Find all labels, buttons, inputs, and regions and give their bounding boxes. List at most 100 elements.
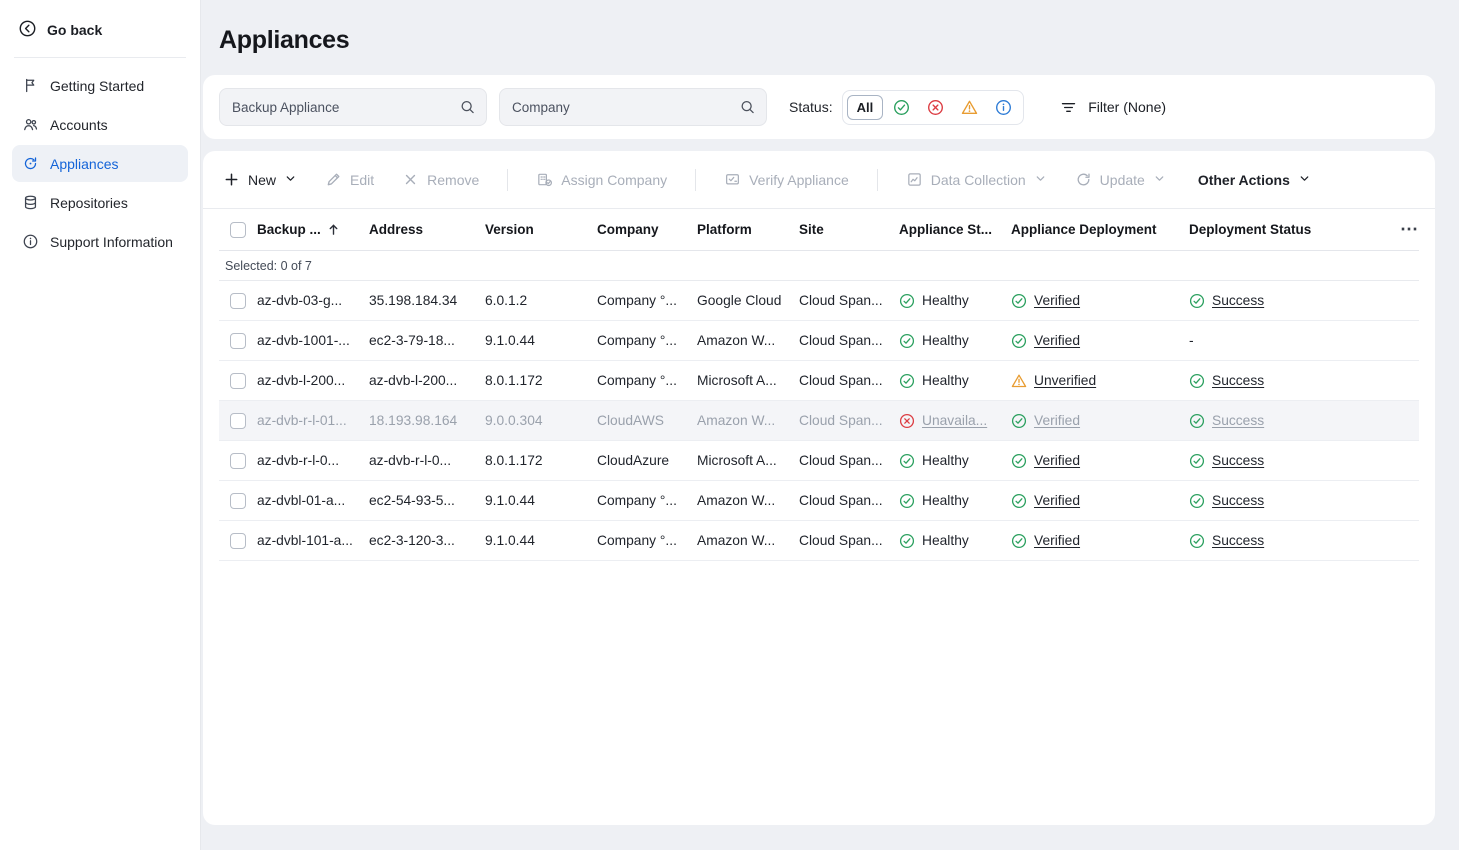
new-button[interactable]: New xyxy=(223,171,297,188)
company-search-input[interactable] xyxy=(499,88,767,126)
appliance-search xyxy=(219,88,487,126)
sidebar-item-label: Repositories xyxy=(50,195,128,211)
column-header-appliance-status[interactable]: Appliance St... xyxy=(899,222,1011,237)
appliance-search-input[interactable] xyxy=(219,88,487,126)
other-actions-button[interactable]: Other Actions xyxy=(1198,172,1311,188)
data-collection-icon xyxy=(906,171,923,188)
back-arrow-icon xyxy=(18,19,37,41)
cell-version: 6.0.1.2 xyxy=(485,293,597,308)
status-filter-healthy-button[interactable] xyxy=(886,94,917,121)
status-link[interactable]: Success xyxy=(1212,533,1264,548)
toolbar-divider xyxy=(695,169,696,191)
cell-deployment-status: Success xyxy=(1189,453,1377,469)
selection-summary: Selected: 0 of 7 xyxy=(219,251,1419,281)
status-link[interactable]: Verified xyxy=(1034,453,1080,468)
check-circle-icon xyxy=(1189,293,1205,309)
sidebar-item-getting-started[interactable]: Getting Started xyxy=(12,67,188,104)
table-row[interactable]: az-dvb-l-200... az-dvb-l-200... 8.0.1.17… xyxy=(219,361,1419,401)
column-header-version[interactable]: Version xyxy=(485,222,597,237)
status-link[interactable]: Verified xyxy=(1034,493,1080,508)
check-circle-icon xyxy=(1189,453,1205,469)
status-filter-warning-button[interactable] xyxy=(954,94,985,121)
status-link[interactable]: Verified xyxy=(1034,293,1080,308)
status-link[interactable]: Unavaila... xyxy=(922,413,987,428)
cell-platform: Amazon W... xyxy=(697,413,799,428)
go-back-button[interactable]: Go back xyxy=(12,10,188,50)
sidebar-item-repositories[interactable]: Repositories xyxy=(12,184,188,221)
table-row[interactable]: az-dvbl-01-a... ec2-54-93-5... 9.1.0.44 … xyxy=(219,481,1419,521)
cell-version: 8.0.1.172 xyxy=(485,373,597,388)
cell-address: ec2-3-79-18... xyxy=(369,333,485,348)
go-back-label: Go back xyxy=(47,22,102,38)
status-link[interactable]: Verified xyxy=(1034,413,1080,428)
update-button[interactable]: Update xyxy=(1075,171,1166,188)
column-header-appliance-deployment[interactable]: Appliance Deployment xyxy=(1011,222,1189,237)
database-icon xyxy=(22,194,39,211)
status-filter-all-button[interactable]: All xyxy=(847,95,884,120)
status-link[interactable]: Unverified xyxy=(1034,373,1096,388)
table-row[interactable]: az-dvb-1001-... ec2-3-79-18... 9.1.0.44 … xyxy=(219,321,1419,361)
column-header-site[interactable]: Site xyxy=(799,222,899,237)
appliance-icon xyxy=(22,155,39,172)
filter-button[interactable]: Filter (None) xyxy=(1060,99,1166,116)
cell-appliance-status: Healthy xyxy=(899,293,1011,309)
sidebar-item-appliances[interactable]: Appliances xyxy=(12,145,188,182)
appliances-table: Backup ... Address Version Company Platf… xyxy=(203,209,1435,561)
column-options-menu[interactable]: ⋯ xyxy=(1377,219,1419,240)
status-link[interactable]: Verified xyxy=(1034,533,1080,548)
status-link[interactable]: Success xyxy=(1212,453,1264,468)
row-checkbox[interactable] xyxy=(230,533,246,549)
status-link[interactable]: Success xyxy=(1212,373,1264,388)
table-row[interactable]: az-dvb-03-g... 35.198.184.34 6.0.1.2 Com… xyxy=(219,281,1419,321)
select-all-checkbox[interactable] xyxy=(230,222,246,238)
filter-lines-icon xyxy=(1060,99,1077,116)
column-header-company[interactable]: Company xyxy=(597,222,697,237)
assign-company-icon xyxy=(536,171,553,188)
filter-bar: Status: All Filter (None) xyxy=(203,75,1435,139)
table-row[interactable]: az-dvbl-101-a... ec2-3-120-3... 9.1.0.44… xyxy=(219,521,1419,561)
status-link[interactable]: Success xyxy=(1212,493,1264,508)
status-filter-info-button[interactable] xyxy=(988,94,1019,121)
app-root: Go back Getting Started Accounts Applia xyxy=(0,0,1459,850)
status-text: Healthy xyxy=(922,333,969,348)
cell-deployment-status: Success xyxy=(1189,533,1377,549)
edit-button[interactable]: Edit xyxy=(325,171,374,188)
row-checkbox[interactable] xyxy=(230,333,246,349)
cell-backup-appliance: az-dvbl-101-a... xyxy=(257,533,369,548)
row-checkbox[interactable] xyxy=(230,293,246,309)
column-header-address[interactable]: Address xyxy=(369,222,485,237)
toolbar-divider xyxy=(507,169,508,191)
data-collection-button[interactable]: Data Collection xyxy=(906,171,1047,188)
cell-appliance-status: Healthy xyxy=(899,453,1011,469)
warning-triangle-icon xyxy=(961,99,978,116)
filter-button-label: Filter (None) xyxy=(1088,99,1166,115)
column-header-platform[interactable]: Platform xyxy=(697,222,799,237)
cell-appliance-status: Healthy xyxy=(899,493,1011,509)
cell-appliance-deployment: Verified xyxy=(1011,533,1189,549)
error-circle-icon xyxy=(899,413,915,429)
sidebar-item-support-information[interactable]: Support Information xyxy=(12,223,188,260)
verify-appliance-button[interactable]: Verify Appliance xyxy=(724,171,849,188)
row-checkbox[interactable] xyxy=(230,453,246,469)
column-header-deployment-status[interactable]: Deployment Status xyxy=(1189,222,1377,237)
cell-deployment-status: Success xyxy=(1189,373,1377,389)
sidebar-item-label: Appliances xyxy=(50,156,119,172)
row-checkbox[interactable] xyxy=(230,493,246,509)
remove-button[interactable]: Remove xyxy=(402,171,479,188)
status-link[interactable]: Success xyxy=(1212,293,1264,308)
check-circle-icon xyxy=(1189,373,1205,389)
column-header-backup-appliance[interactable]: Backup ... xyxy=(257,222,369,237)
status-link[interactable]: Success xyxy=(1212,413,1264,428)
warning-triangle-icon xyxy=(1011,373,1027,389)
cell-deployment-status: Success xyxy=(1189,293,1377,309)
status-link[interactable]: Verified xyxy=(1034,333,1080,348)
status-filter-error-button[interactable] xyxy=(920,94,951,121)
row-checkbox[interactable] xyxy=(230,413,246,429)
table-row[interactable]: az-dvb-r-l-01... 18.193.98.164 9.0.0.304… xyxy=(219,401,1419,441)
assign-company-button[interactable]: Assign Company xyxy=(536,171,667,188)
row-checkbox[interactable] xyxy=(230,373,246,389)
sidebar-item-accounts[interactable]: Accounts xyxy=(12,106,188,143)
cell-version: 8.0.1.172 xyxy=(485,453,597,468)
check-circle-icon xyxy=(899,373,915,389)
table-row[interactable]: az-dvb-r-l-0... az-dvb-r-l-0... 8.0.1.17… xyxy=(219,441,1419,481)
